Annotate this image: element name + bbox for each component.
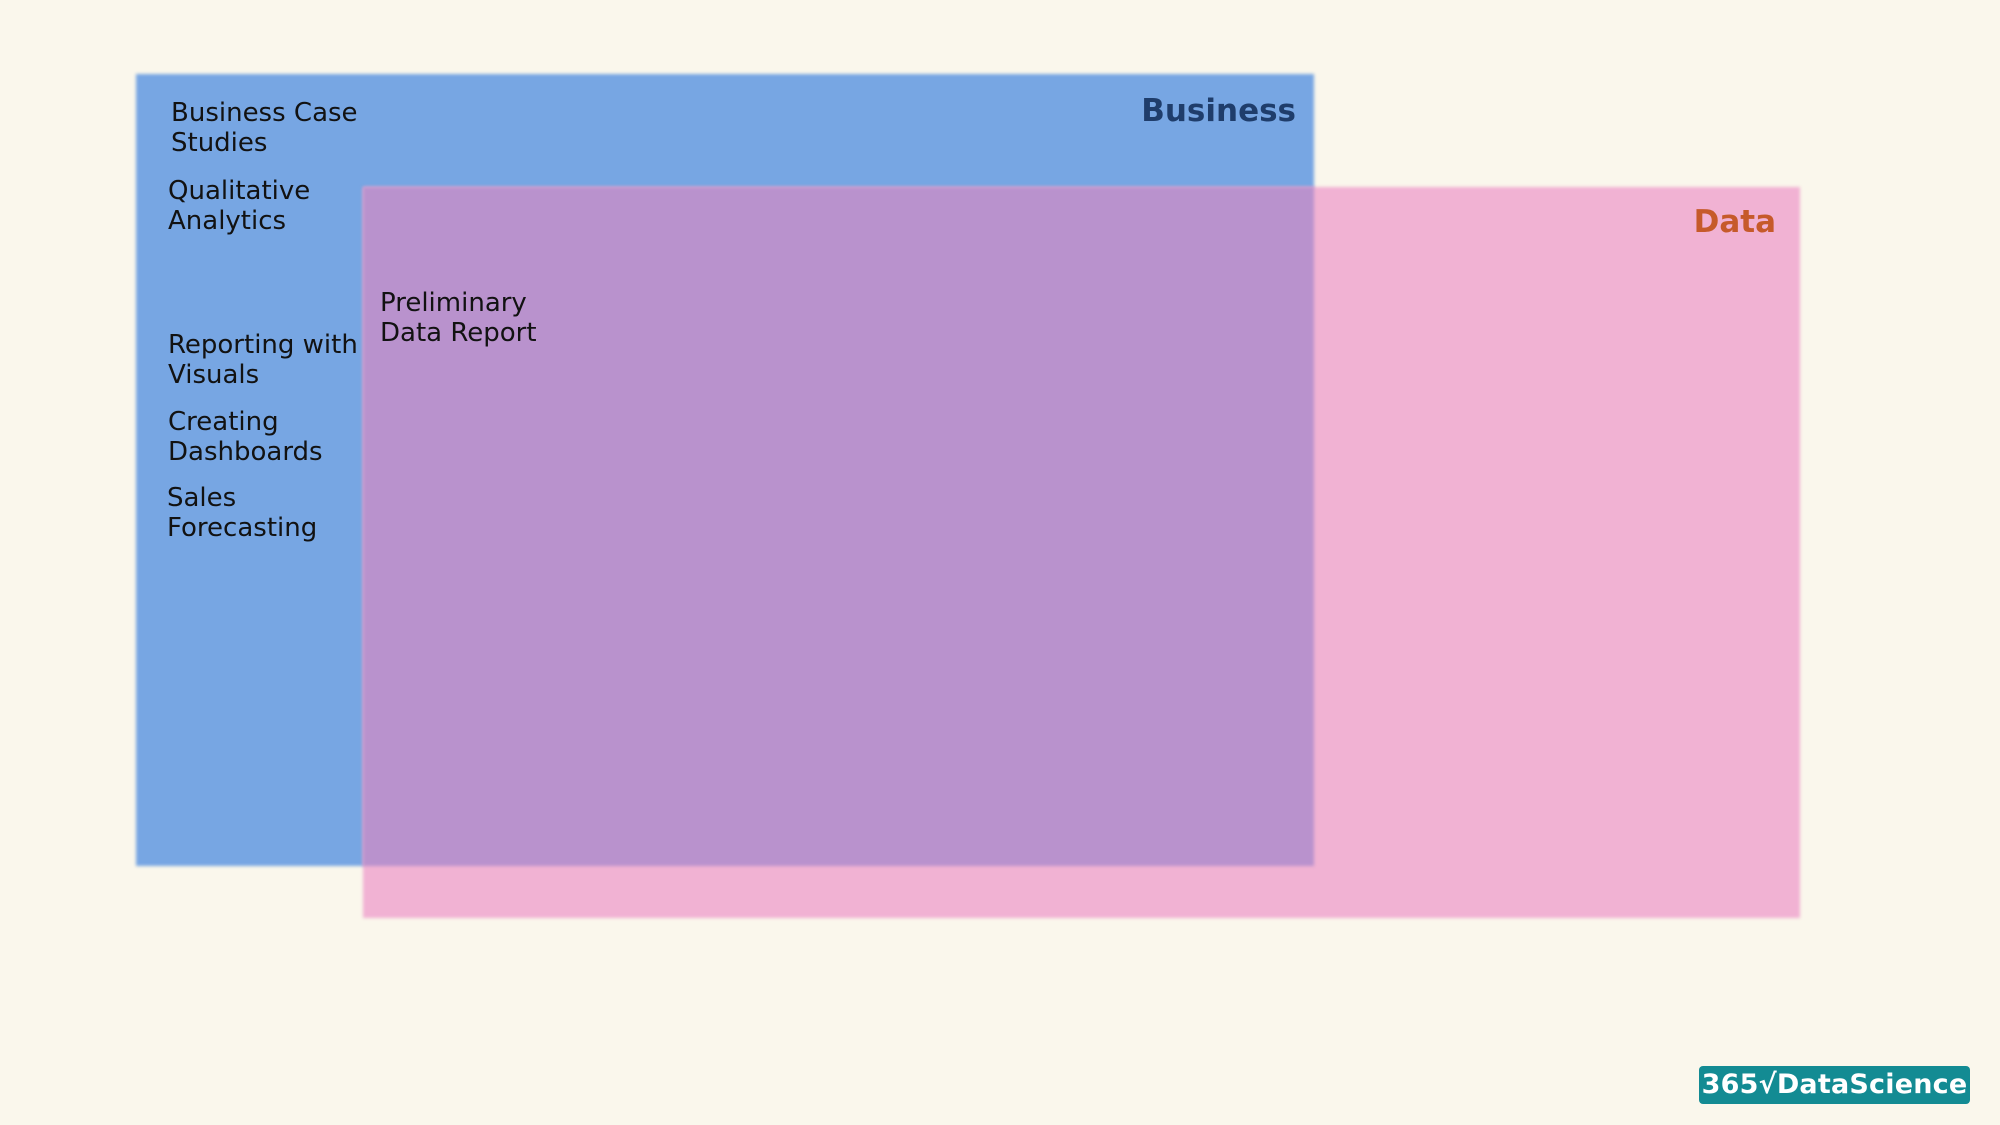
data-region-title: Data bbox=[1693, 204, 1776, 240]
business-item-sales-forecasting: Sales Forecasting bbox=[167, 483, 318, 543]
business-item-reporting-visuals: Reporting with Visuals bbox=[168, 330, 358, 390]
brand-logo: 365√DataScience bbox=[1699, 1066, 1970, 1104]
business-item-qualitative-analytics: Qualitative Analytics bbox=[168, 176, 311, 236]
business-region-title: Business bbox=[1141, 93, 1296, 129]
business-item-case-studies: Business Case Studies bbox=[171, 98, 358, 158]
overlap-item-preliminary-data-report: Preliminary Data Report bbox=[380, 288, 537, 348]
business-item-creating-dashboards: Creating Dashboards bbox=[168, 407, 323, 467]
